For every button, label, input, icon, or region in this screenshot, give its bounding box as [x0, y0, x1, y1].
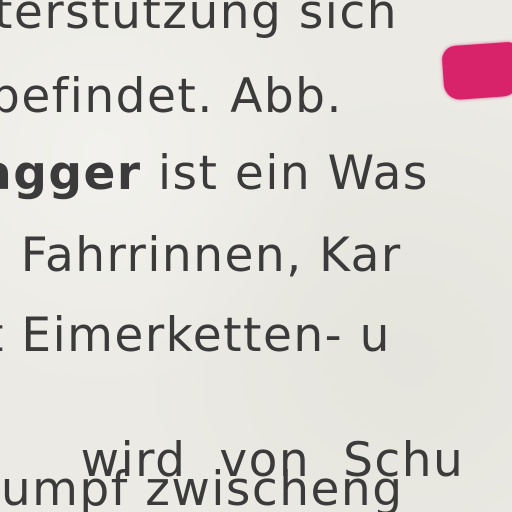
scanned-document-page: terstützung sich befindet. Abb. agger is…: [0, 0, 512, 512]
text-line-4: n Fahrrinnen, Kar: [0, 232, 402, 279]
text-line-7: rumpf zwischeng: [0, 466, 404, 512]
line-1-text: terstützung sich: [0, 0, 398, 40]
line-3-text: ist ein Was: [141, 146, 429, 201]
text-line-5: t Eimerketten- u: [0, 312, 391, 359]
bold-term: agger: [0, 146, 142, 201]
text-line-1: terstützung sich: [0, 0, 398, 36]
pink-marker-highlight: [441, 41, 512, 101]
line-5-text: t Eimerketten- u: [0, 308, 391, 363]
line-7-text: rumpf zwischeng: [0, 462, 404, 512]
line-2-text: befindet. Abb.: [0, 69, 343, 124]
text-line-3: agger ist ein Was: [0, 150, 429, 197]
text-line-2: befindet. Abb.: [0, 73, 343, 120]
line-4-text: n Fahrrinnen, Kar: [0, 228, 402, 283]
